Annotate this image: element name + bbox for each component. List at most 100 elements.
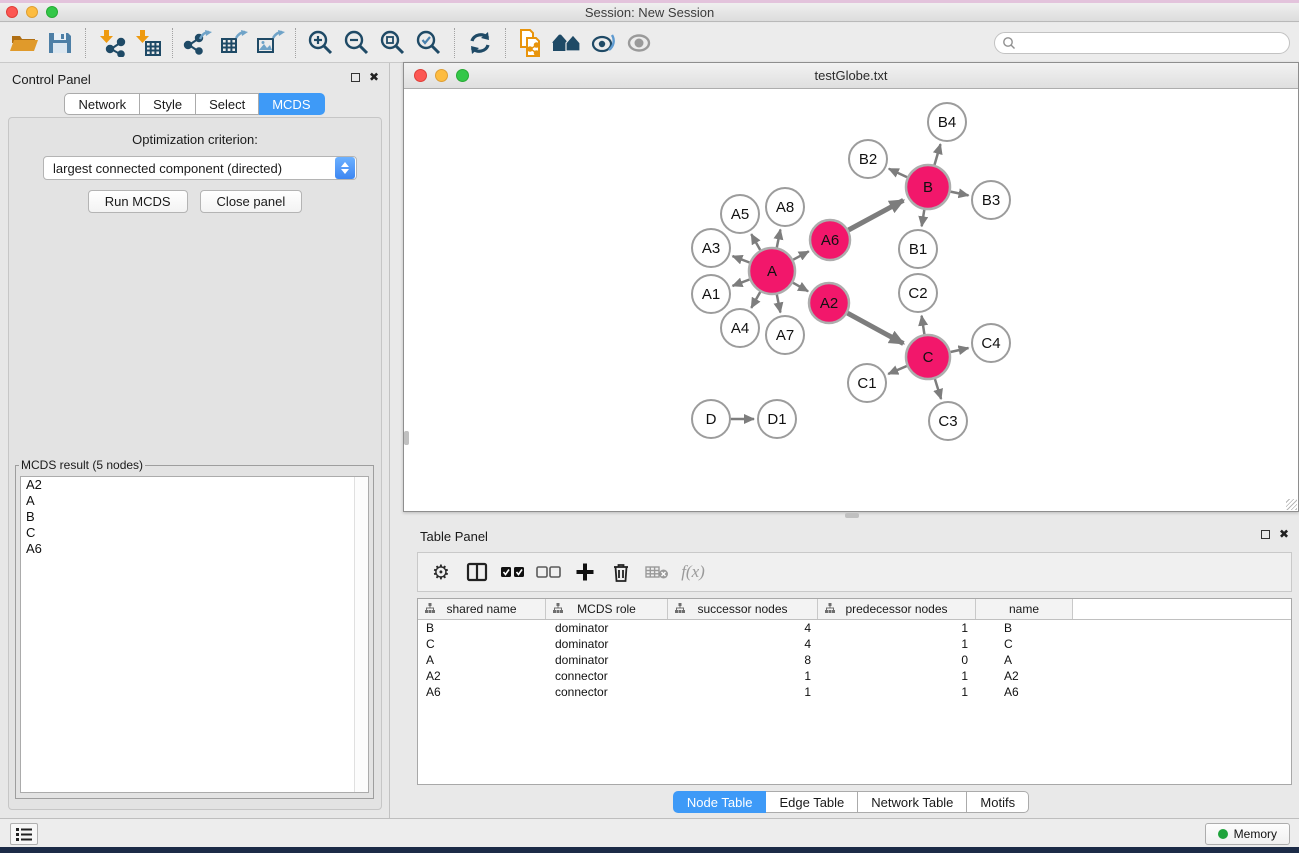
table-cell[interactable]: A6 [976,684,1073,700]
show-hide-panels-button[interactable] [585,27,621,59]
task-history-button[interactable] [10,823,38,845]
graph-node-C2[interactable]: C2 [899,274,937,312]
tab-edge-table[interactable]: Edge Table [766,791,858,813]
tab-select[interactable]: Select [196,93,259,115]
tab-network[interactable]: Network [64,93,140,115]
scrollbar-thumb[interactable] [404,431,409,445]
graph-edge-A-A4[interactable] [751,292,760,308]
table-cell[interactable]: dominator [546,636,668,652]
table-cell[interactable]: B [418,620,546,636]
export-network-button[interactable] [180,27,216,59]
refresh-view-button[interactable] [462,27,498,59]
graph-node-A7[interactable]: A7 [766,316,804,354]
graph-edge-C-C4[interactable] [951,348,969,352]
zoom-in-button[interactable] [303,27,339,59]
tab-motifs[interactable]: Motifs [967,791,1029,813]
tab-mcds[interactable]: MCDS [259,93,324,115]
new-session-from-network-button[interactable] [513,27,549,59]
graph-node-A3[interactable]: A3 [692,229,730,267]
graph-edge-A-A7[interactable] [777,295,781,313]
table-cell[interactable]: 1 [818,636,976,652]
function-builder-button[interactable]: f(x) [678,558,708,586]
graph-node-A2[interactable]: A2 [809,283,849,323]
table-row[interactable]: A2connector11A2 [418,668,1291,684]
export-image-button[interactable] [252,27,288,59]
select-all-button[interactable] [498,558,528,586]
home-button[interactable] [549,27,585,59]
delete-row-button[interactable] [606,558,636,586]
delete-table-button[interactable] [642,558,672,586]
graph-node-A5[interactable]: A5 [721,195,759,233]
zoom-out-button[interactable] [339,27,375,59]
graph-node-B2[interactable]: B2 [849,140,887,178]
graph-node-C[interactable]: C [906,335,950,379]
graph-edge-A-A6[interactable] [793,251,809,259]
graph-node-A8[interactable]: A8 [766,188,804,226]
column-header-shared-name[interactable]: shared name [418,599,546,619]
mcds-result-item[interactable]: A6 [21,541,368,557]
close-panel-button[interactable]: Close panel [200,190,303,213]
column-header-predecessor-nodes[interactable]: predecessor nodes [818,599,976,619]
float-panel-icon[interactable] [351,73,360,82]
graph-node-D1[interactable]: D1 [758,400,796,438]
graph-node-D[interactable]: D [692,400,730,438]
table-row[interactable]: A6connector11A6 [418,684,1291,700]
import-table-button[interactable] [129,27,165,59]
column-header-successor-nodes[interactable]: successor nodes [668,599,818,619]
graph-edge-C-C3[interactable] [935,379,941,399]
graph-node-B4[interactable]: B4 [928,103,966,141]
graph-edge-B-B4[interactable] [935,144,941,165]
table-cell[interactable]: 1 [818,668,976,684]
scrollbar-thumb[interactable] [845,513,859,518]
graph-edge-B-B1[interactable] [922,210,925,227]
graph-node-A1[interactable]: A1 [692,275,730,313]
tab-node-table[interactable]: Node Table [673,791,767,813]
graph-node-A4[interactable]: A4 [721,309,759,347]
close-panel-icon[interactable]: ✖ [369,72,379,82]
table-cell[interactable]: connector [546,668,668,684]
graph-edge-A-A2[interactable] [793,283,808,292]
close-panel-icon[interactable]: ✖ [1279,529,1289,539]
memory-button[interactable]: Memory [1205,823,1290,845]
mcds-result-item[interactable]: C [21,525,368,541]
column-header-MCDS-role[interactable]: MCDS role [546,599,668,619]
export-table-button[interactable] [216,27,252,59]
table-options-button[interactable]: ⚙ [426,558,456,586]
deselect-all-button[interactable] [534,558,564,586]
graph-edge-A-A1[interactable] [733,280,750,286]
graph-node-A6[interactable]: A6 [810,220,850,260]
table-cell[interactable]: A2 [976,668,1073,684]
float-panel-icon[interactable] [1261,530,1270,539]
mcds-list-scrollbar[interactable] [354,477,368,792]
table-row[interactable]: Cdominator41C [418,636,1291,652]
table-cell[interactable]: A2 [418,668,546,684]
search-field[interactable] [994,32,1290,54]
graph-edge-A-A5[interactable] [751,234,760,250]
column-header-name[interactable]: name [976,599,1073,619]
table-cell[interactable]: A6 [418,684,546,700]
mcds-result-item[interactable]: B [21,509,368,525]
graph-edge-C-C2[interactable] [922,316,925,335]
graph-node-B3[interactable]: B3 [972,181,1010,219]
table-cell[interactable]: 1 [818,684,976,700]
graph-node-B[interactable]: B [906,165,950,209]
optimization-criterion-select[interactable]: largest connected component (directed) [43,156,357,180]
open-file-button[interactable] [6,27,42,59]
table-cell[interactable]: 8 [668,652,818,668]
table-cell[interactable]: 1 [818,620,976,636]
graph-node-C4[interactable]: C4 [972,324,1010,362]
network-window-titlebar[interactable]: testGlobe.txt [404,63,1298,89]
table-row[interactable]: Bdominator41B [418,620,1291,636]
table-row[interactable]: Adominator80A [418,652,1291,668]
show-graphics-details-button[interactable] [621,27,657,59]
graph-edge-B-B3[interactable] [951,192,969,196]
table-cell[interactable]: 1 [668,684,818,700]
save-session-button[interactable] [42,27,78,59]
graph-node-C1[interactable]: C1 [848,364,886,402]
table-cell[interactable]: connector [546,684,668,700]
graph-edge-A2-C[interactable] [847,313,903,344]
table-cell[interactable]: C [418,636,546,652]
run-mcds-button[interactable]: Run MCDS [88,190,188,213]
graph-node-A[interactable]: A [749,248,795,294]
mcds-result-item[interactable]: A [21,493,368,509]
